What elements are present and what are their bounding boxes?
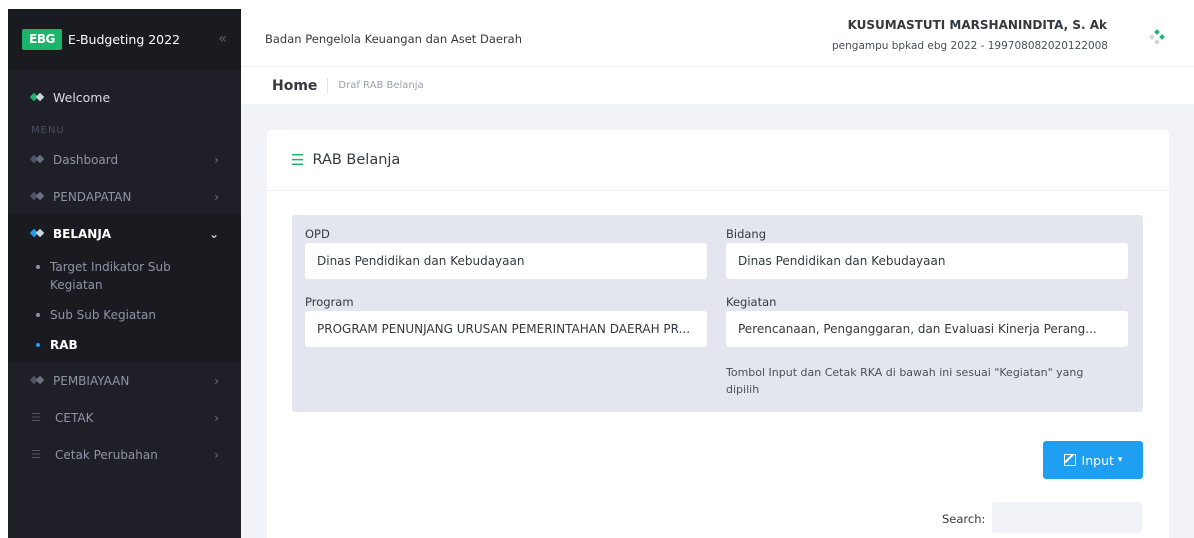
rab-belanja-card: ☰ RAB Belanja OPD Dinas Pendidikan dan K… — [267, 130, 1169, 538]
bullet-icon — [36, 343, 40, 347]
opd-label: OPD — [305, 227, 330, 241]
welcome-label: Welcome — [53, 89, 111, 105]
opd-select[interactable]: Dinas Pendidikan dan Kebudayaan — [305, 243, 707, 279]
diamond-icon — [31, 376, 45, 385]
diamond-icon — [31, 192, 45, 201]
sidebar-subitem-rab[interactable]: RAB — [8, 330, 241, 360]
top-header: Badan Pengelola Keuangan dan Aset Daerah… — [241, 9, 1194, 67]
opd-group: OPD Dinas Pendidikan dan Kebudayaan — [305, 227, 707, 279]
sidebar-item-belanja[interactable]: BELANJA ⌄ — [8, 215, 241, 252]
sidebar-item-dashboard[interactable]: Dashboard › — [8, 141, 241, 178]
belanja-submenu: Target Indikator Sub Kegiatan Sub Sub Ke… — [8, 252, 241, 362]
user-name[interactable]: KUSUMASTUTI MARSHANINDITA, S. Ak — [848, 18, 1107, 32]
welcome-item[interactable]: Welcome — [8, 73, 241, 121]
breadcrumb-current: Draf RAB Belanja — [338, 80, 424, 91]
kegiatan-note: Tombol Input dan Cetak RKA di bawah ini … — [726, 366, 1084, 396]
chevron-right-icon: › — [214, 189, 219, 204]
double-chevron-left-icon[interactable]: « — [218, 31, 227, 47]
sidebar-subitem-label: RAB — [50, 338, 78, 352]
sidebar-item-label: Cetak Perubahan — [55, 447, 158, 462]
sidebar-item-label: Dashboard — [53, 152, 119, 167]
program-label: Program — [305, 295, 354, 309]
sidebar-item-label: CETAK — [55, 410, 94, 425]
list-icon: ☰ — [291, 151, 305, 169]
kegiatan-group: Kegiatan Perencanaan, Penganggaran, dan … — [726, 295, 1128, 347]
chevron-right-icon: › — [214, 373, 219, 388]
edit-icon — [1063, 454, 1076, 466]
input-button-label: Input — [1081, 452, 1114, 468]
main-content: Home Draf RAB Belanja ☰ RAB Belanja OPD … — [241, 67, 1194, 538]
sidebar-subitem-sub-sub-kegiatan[interactable]: Sub Sub Kegiatan — [8, 300, 241, 330]
caret-down-icon: ▾ — [1117, 455, 1123, 465]
sidebar-subitem-label: Target Indikator Sub Kegiatan — [50, 260, 171, 292]
org-name: Badan Pengelola Keuangan dan Aset Daerah — [265, 32, 523, 46]
search-input[interactable] — [992, 502, 1142, 533]
program-select[interactable]: PROGRAM PENUNJANG URUSAN PEMERINTAHAN DA… — [305, 311, 707, 347]
apps-icon[interactable] — [1149, 29, 1165, 45]
chevron-right-icon: › — [214, 152, 219, 167]
kegiatan-select[interactable]: Perencanaan, Penganggaran, dan Evaluasi … — [726, 311, 1128, 347]
sidebar-item-cetak-perubahan[interactable]: ☰ Cetak Perubahan › — [8, 436, 241, 473]
bidang-group: Bidang Dinas Pendidikan dan Kebudayaan — [726, 227, 1128, 279]
sidebar: EBG E-Budgeting 2022 « Welcome MENU Dash… — [8, 9, 241, 538]
bidang-label: Bidang — [726, 227, 767, 241]
user-role[interactable]: pengampu bpkad ebg 2022 - 19970808202012… — [832, 40, 1108, 52]
sidebar-subitem-target-indikator[interactable]: Target Indikator Sub Kegiatan — [8, 252, 241, 300]
kegiatan-label: Kegiatan — [726, 295, 777, 309]
diamond-icon — [31, 155, 45, 164]
list-icon: ☰ — [31, 448, 41, 461]
bidang-select[interactable]: Dinas Pendidikan dan Kebudayaan — [726, 243, 1128, 279]
card-header: ☰ RAB Belanja — [267, 130, 1169, 191]
chevron-right-icon: › — [214, 447, 219, 462]
breadcrumb: Home Draf RAB Belanja — [241, 67, 1194, 104]
menu-header: MENU — [31, 125, 65, 136]
diamond-icon — [31, 93, 45, 102]
sidebar-item-pembiayaan[interactable]: PEMBIAYAAN › — [8, 362, 241, 399]
chevron-down-icon: ⌄ — [208, 226, 219, 241]
chevron-right-icon: › — [214, 410, 219, 425]
filter-panel: OPD Dinas Pendidikan dan Kebudayaan Bida… — [292, 215, 1143, 412]
sidebar-item-label: BELANJA — [53, 226, 112, 241]
program-group: Program PROGRAM PENUNJANG URUSAN PEMERIN… — [305, 295, 707, 347]
brand-logo[interactable]: EBG — [22, 28, 62, 50]
diamond-icon — [31, 229, 45, 238]
search-label: Search: — [942, 512, 986, 526]
card-title: RAB Belanja — [312, 152, 401, 168]
sidebar-item-label: PEMBIAYAAN — [53, 373, 130, 388]
breadcrumb-home[interactable]: Home — [272, 77, 329, 94]
brand: EBG E-Budgeting 2022 « — [8, 9, 241, 69]
list-icon: ☰ — [31, 411, 41, 424]
input-dropdown-button[interactable]: Input ▾ — [1043, 441, 1143, 479]
bullet-icon — [36, 313, 40, 317]
sidebar-item-cetak[interactable]: ☰ CETAK › — [8, 399, 241, 436]
brand-title[interactable]: E-Budgeting 2022 — [68, 32, 180, 47]
sidebar-item-pendapatan[interactable]: PENDAPATAN › — [8, 178, 241, 215]
sidebar-item-label: PENDAPATAN — [53, 189, 132, 204]
bullet-icon — [36, 265, 40, 269]
sidebar-subitem-label: Sub Sub Kegiatan — [50, 308, 156, 322]
